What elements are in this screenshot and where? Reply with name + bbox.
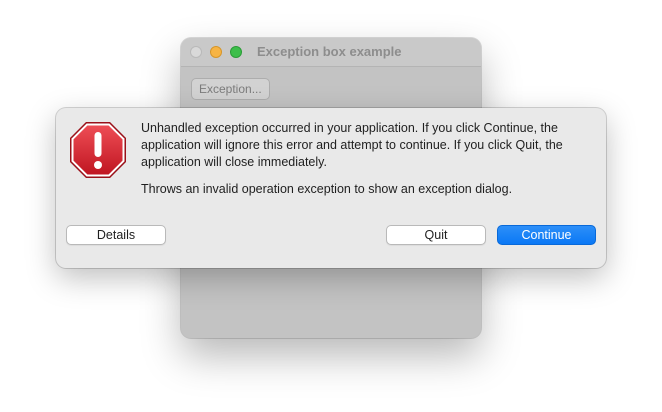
exception-button[interactable]: Exception...	[191, 78, 270, 100]
stop-sign-exclamation-icon	[70, 122, 126, 178]
close-window-button[interactable]	[190, 46, 202, 58]
continue-button[interactable]: Continue	[497, 225, 596, 245]
alert-message: Unhandled exception occurred in your app…	[141, 121, 563, 169]
window-titlebar: Exception box example	[181, 38, 481, 67]
alert-informative-text: Throws an invalid operation exception to…	[141, 182, 513, 196]
zoom-window-button[interactable]	[230, 46, 242, 58]
minimize-window-button[interactable]	[210, 46, 222, 58]
window-title: Exception box example	[257, 44, 402, 59]
desktop: Exception box example Exception... Unhan…	[0, 0, 662, 412]
quit-button[interactable]: Quit	[386, 225, 486, 245]
exception-alert-dialog: Unhandled exception occurred in your app…	[56, 108, 606, 268]
details-button[interactable]: Details	[66, 225, 166, 245]
